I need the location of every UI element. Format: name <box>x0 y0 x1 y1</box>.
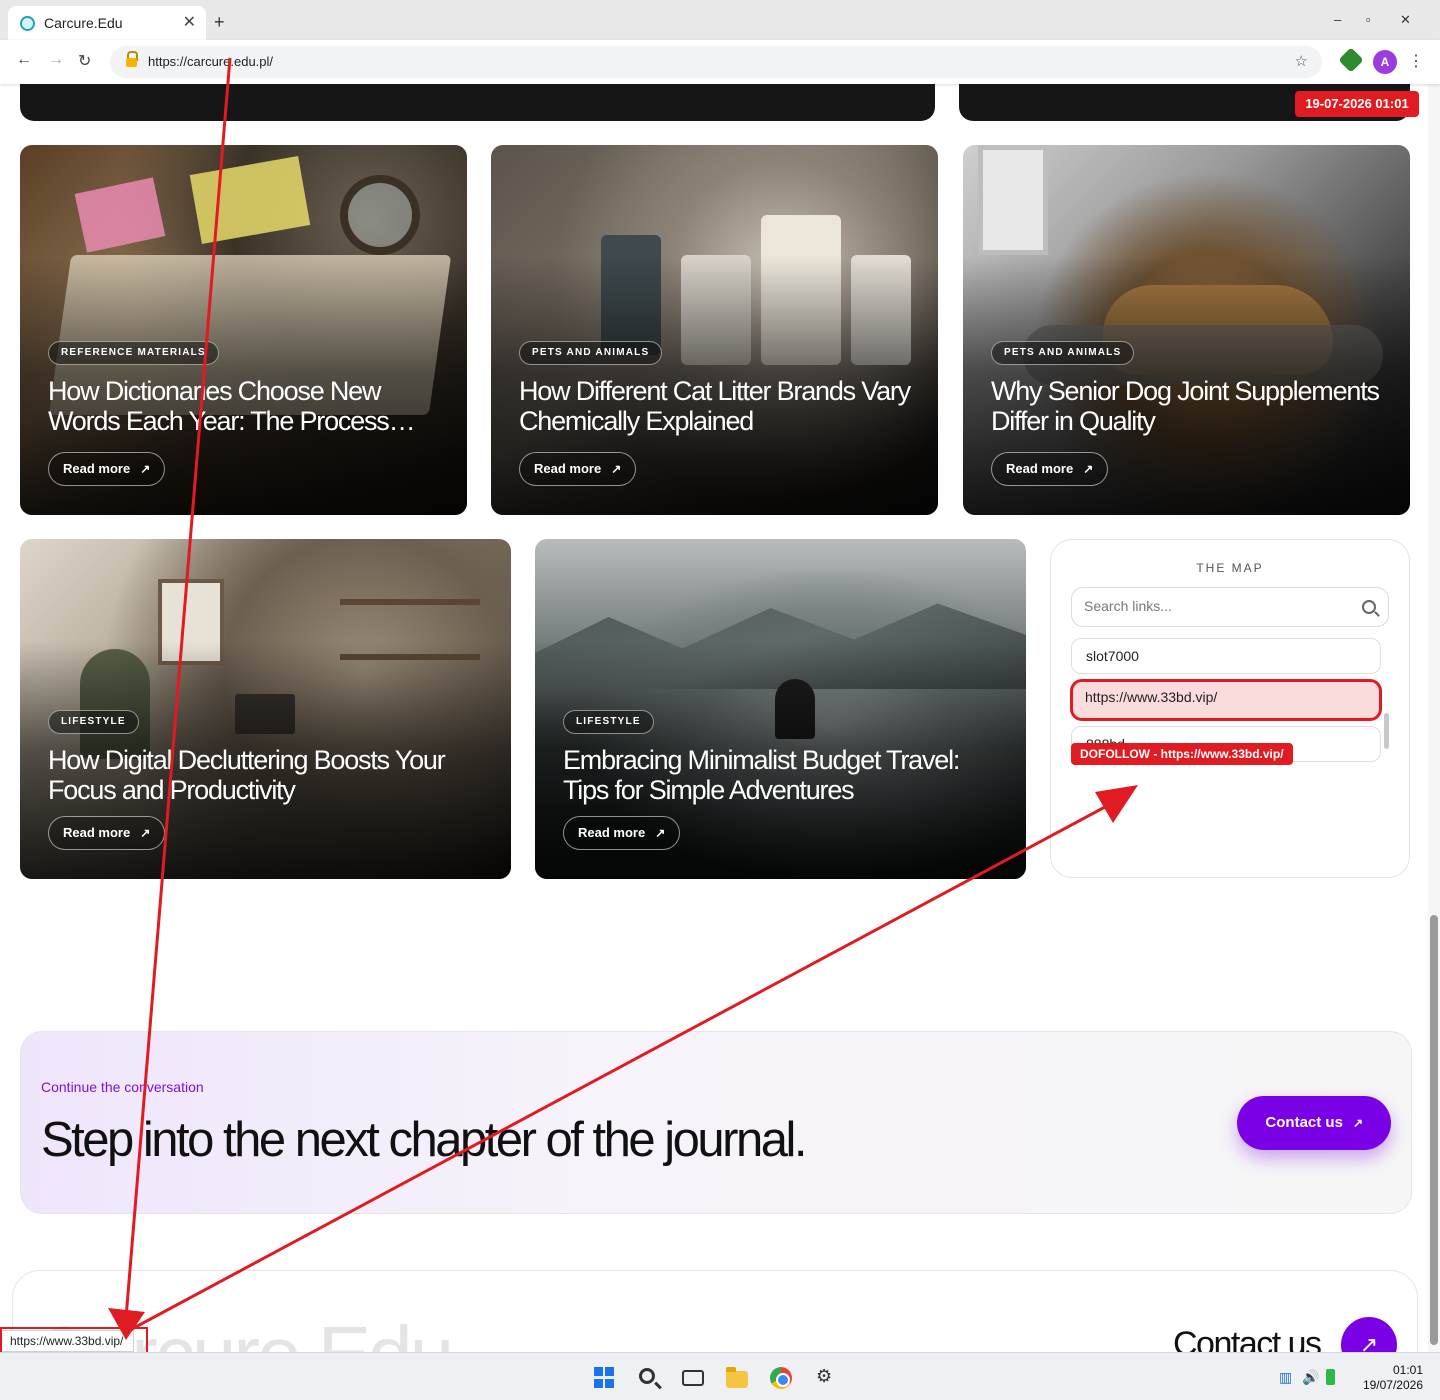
arrow-icon: ↗ <box>1083 462 1094 476</box>
network-icon[interactable]: ▥ <box>1279 1369 1292 1385</box>
read-more-button[interactable]: Read more ↗ <box>48 816 166 850</box>
cta-kicker: Continue the conversation <box>41 1079 204 1095</box>
category-badge[interactable]: REFERENCE MATERIALS <box>48 341 219 365</box>
battery-icon[interactable] <box>1326 1369 1335 1385</box>
clock-date: 19/07/2026 <box>1362 1378 1423 1392</box>
status-bar-highlight <box>0 1327 148 1354</box>
footer-contact-arrow-button[interactable]: ↗ <box>1341 1317 1397 1352</box>
tab-carcure[interactable]: Carcure.Edu ✕ <box>8 6 206 40</box>
globe-icon <box>20 16 35 31</box>
page-viewport: REFERENCE MATERIALS How Dictionaries Cho… <box>0 84 1440 1352</box>
back-button[interactable]: ← <box>16 51 32 69</box>
search-icon[interactable] <box>1362 600 1376 614</box>
category-badge[interactable]: LIFESTYLE <box>48 710 139 734</box>
previous-card-left <box>20 84 935 121</box>
map-link-item[interactable]: slot7000 <box>1071 638 1381 674</box>
magnifier-image <box>340 175 420 255</box>
timestamp-badge: 19-07-2026 01:01 <box>1295 91 1419 117</box>
shelf-image <box>340 599 480 605</box>
windows-icon[interactable] <box>594 1367 616 1389</box>
category-badge[interactable]: PETS AND ANIMALS <box>519 341 663 365</box>
close-tab-icon[interactable]: ✕ <box>183 12 196 32</box>
map-widget: THE MAP slot7000 https://www.33bd.vip/ 8… <box>1050 539 1410 878</box>
read-more-label: Read more <box>63 461 131 476</box>
task-view-icon[interactable] <box>682 1370 704 1386</box>
article-card[interactable]: REFERENCE MATERIALS How Dictionaries Cho… <box>20 145 467 515</box>
reload-button[interactable]: ↻ <box>78 51 91 71</box>
article-title[interactable]: How Digital Decluttering Boosts Your Foc… <box>48 745 487 805</box>
read-more-label: Read more <box>578 825 646 840</box>
dofollow-tooltip: DOFOLLOW - https://www.33bd.vip/ <box>1071 743 1293 765</box>
address-bar[interactable]: https://carcure.edu.pl/ ☆ <box>110 46 1322 78</box>
address-url[interactable]: https://carcure.edu.pl/ <box>148 54 273 69</box>
article-card[interactable]: PETS AND ANIMALS How Different Cat Litte… <box>491 145 938 515</box>
new-tab-button[interactable]: + <box>214 13 225 31</box>
site-footer: Carcure.Edu Contact us ↗ <box>12 1270 1418 1352</box>
clock-time: 01:01 <box>1392 1363 1423 1377</box>
contact-us-label: Contact us <box>1265 1114 1343 1131</box>
chrome-icon[interactable] <box>770 1367 792 1389</box>
gear-icon[interactable]: ⚙ <box>816 1365 838 1387</box>
read-more-button[interactable]: Read more ↗ <box>991 452 1109 486</box>
volume-icon[interactable]: 🔊 <box>1302 1369 1319 1385</box>
os-taskbar: ⚙ ▥ 🔊 01:01 19/07/2026 <box>0 1352 1440 1400</box>
map-title: THE MAP <box>1196 561 1264 575</box>
article-title[interactable]: How Dictionaries Choose New Words Each Y… <box>48 376 443 436</box>
map-list-scrollbar[interactable] <box>1384 713 1389 749</box>
read-more-label: Read more <box>534 461 602 476</box>
page-scrollbar-thumb[interactable] <box>1430 915 1438 1345</box>
read-more-label: Read more <box>1006 461 1074 476</box>
map-search-input[interactable] <box>1084 598 1344 614</box>
article-title[interactable]: Why Senior Dog Joint Supplements Differ … <box>991 376 1386 436</box>
sticky-note-image <box>189 155 311 245</box>
forward-button[interactable]: → <box>48 51 64 69</box>
article-title[interactable]: How Different Cat Litter Brands Vary Che… <box>519 376 914 436</box>
footer-contact-link[interactable]: Contact us <box>1173 1325 1322 1352</box>
read-more-button[interactable]: Read more ↗ <box>563 816 681 850</box>
map-link-item-highlighted[interactable]: https://www.33bd.vip/ <box>1070 679 1382 721</box>
arrow-icon: ↗ <box>655 826 666 840</box>
arrow-icon: ↗ <box>140 462 151 476</box>
close-window-button[interactable]: ✕ <box>1400 12 1411 28</box>
tab-strip: Carcure.Edu ✕ + – ▫ ✕ <box>0 0 1440 40</box>
category-badge[interactable]: PETS AND ANIMALS <box>991 341 1135 365</box>
arrow-icon: ↗ <box>140 826 151 840</box>
article-card[interactable]: LIFESTYLE How Digital Decluttering Boost… <box>20 539 511 879</box>
read-more-button[interactable]: Read more ↗ <box>519 452 637 486</box>
star-icon[interactable]: ☆ <box>1295 52 1308 70</box>
read-more-button[interactable]: Read more ↗ <box>48 452 166 486</box>
tab-title: Carcure.Edu <box>44 15 123 31</box>
profile-avatar[interactable]: A <box>1373 50 1397 74</box>
system-clock[interactable]: 01:01 19/07/2026 <box>1353 1363 1423 1393</box>
maximize-button[interactable]: ▫ <box>1366 12 1371 27</box>
article-title[interactable]: Embracing Minimalist Budget Travel: Tips… <box>563 745 1002 805</box>
minimize-button[interactable]: – <box>1334 12 1341 27</box>
lock-icon <box>126 51 138 67</box>
contact-us-button[interactable]: Contact us ↗ <box>1237 1096 1391 1150</box>
read-more-label: Read more <box>63 825 131 840</box>
cta-heading: Step into the next chapter of the journa… <box>41 1113 807 1167</box>
cta-section: Continue the conversation Step into the … <box>20 1031 1412 1214</box>
article-card[interactable]: LIFESTYLE Embracing Minimalist Budget Tr… <box>535 539 1026 879</box>
search-icon[interactable] <box>639 1368 655 1384</box>
folder-icon[interactable] <box>726 1367 748 1388</box>
arrow-icon: ↗ <box>611 462 622 476</box>
browser-toolbar: ← → ↻ https://carcure.edu.pl/ ☆ <box>0 40 1440 84</box>
sticky-note-image <box>74 177 166 253</box>
window-image <box>978 145 1048 255</box>
map-search-box[interactable] <box>1071 587 1389 627</box>
browser-menu-icon[interactable]: ⋮ <box>1408 50 1424 74</box>
category-badge[interactable]: LIFESTYLE <box>563 710 654 734</box>
article-card[interactable]: PETS AND ANIMALS Why Senior Dog Joint Su… <box>963 145 1410 515</box>
arrow-icon: ↗ <box>1352 1116 1363 1130</box>
